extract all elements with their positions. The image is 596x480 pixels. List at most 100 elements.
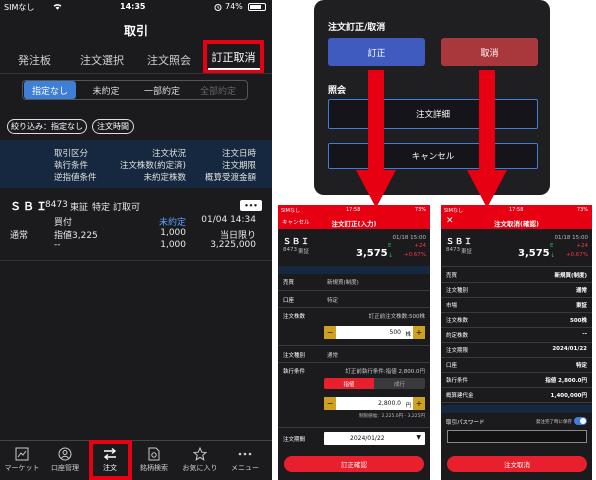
clock: 17:58 xyxy=(509,207,524,213)
clock: 17:58 xyxy=(346,207,361,213)
order-qty-value: 500株 xyxy=(570,318,587,324)
order-type-label: 注文種別 xyxy=(283,353,306,359)
wifi-icon xyxy=(53,4,62,10)
nav-label: 注文 xyxy=(103,464,117,472)
divider xyxy=(278,307,430,308)
header-order-period: 注文期限 xyxy=(221,161,256,171)
est-amount-value: 1,400,000円 xyxy=(550,393,587,399)
decrement-button[interactable]: − xyxy=(324,397,336,410)
battery-label: 74% xyxy=(225,2,243,11)
action-dialog: 注文訂正/取消 訂正 取消 照会 注文詳細 キャンセル xyxy=(314,0,550,195)
order-type-label: 注文種別 xyxy=(446,288,469,294)
account-label: 口座 xyxy=(446,363,458,369)
order-period-label: 注文期限 xyxy=(446,348,469,354)
order-qty: 1,000 xyxy=(160,228,186,238)
period-select[interactable]: 2024/01/22 ▼ xyxy=(324,432,425,445)
segment-partial[interactable]: 一部約定 xyxy=(136,81,188,99)
price-stepper[interactable]: − 2,800.0 円 + xyxy=(324,397,425,410)
header-exec-condition: 執行条件 xyxy=(54,161,89,171)
tab-order-select[interactable]: 注文選択 xyxy=(80,52,124,68)
tab-market[interactable]: 成行 xyxy=(374,378,425,389)
more-menu-button[interactable]: ••• xyxy=(240,200,262,211)
stock-price: 3,575 xyxy=(356,248,388,259)
stop-condition: -- xyxy=(54,240,61,250)
order-cancel-confirm-screen: SIMなし 17:58 73% ✕ 注文取消(確認) ＳＢＩ 8473 東証 0… xyxy=(441,205,592,480)
increment-button[interactable]: + xyxy=(413,397,425,410)
correct-button[interactable]: 訂正 xyxy=(328,38,425,66)
divider xyxy=(0,260,272,261)
person-icon xyxy=(58,447,72,461)
column-header-block: 取引区分 注文状況 注文日時 執行条件 注文株数(約定済) 注文期限 逆指値条件… xyxy=(0,140,272,188)
carrier-label: SIMなし xyxy=(4,3,35,12)
stock-name: ＳＢＩ xyxy=(446,237,473,246)
decrement-button[interactable]: − xyxy=(324,326,336,339)
down-arrow-icon: ↓ xyxy=(550,252,556,259)
more-dots-icon xyxy=(238,452,252,456)
order-row[interactable]: ＳＢＩ 8473 東証 特定 訂取可 ••• 買付 未約定 01/04 14:3… xyxy=(0,190,272,260)
stock-code: 8473 xyxy=(283,247,297,253)
price-change: +24 xyxy=(414,243,426,249)
dropdown-icon: ▼ xyxy=(416,434,421,441)
market-label: 市場 xyxy=(446,303,458,309)
down-arrow xyxy=(467,70,507,208)
star-icon xyxy=(193,447,207,461)
active-tab-indicator xyxy=(208,68,260,70)
divider xyxy=(441,372,592,373)
tab-limit[interactable]: 指値 xyxy=(324,378,374,389)
screen-title: 注文訂正(入力) xyxy=(331,220,377,228)
qty-label: 注文株数 xyxy=(283,314,306,320)
header-trade-type: 取引区分 xyxy=(54,149,89,159)
carrier-label: SIMなし xyxy=(281,208,300,214)
cancel-order-button[interactable]: 取消 xyxy=(441,38,538,66)
confirm-correction-button[interactable]: 訂正確認 xyxy=(284,456,424,472)
battery-icon xyxy=(248,3,266,11)
nav-label: マーケット xyxy=(4,464,40,472)
order-qty-label: 注文株数 xyxy=(446,318,469,324)
account-value: 特定 xyxy=(327,298,339,304)
quote-time: 01/18 15:00 xyxy=(392,235,426,241)
segment-unfilled[interactable]: 未約定 xyxy=(80,81,132,99)
market-value: 東証 xyxy=(575,303,587,309)
order-type: 通常 xyxy=(10,231,29,241)
correction-flag: 訂取可 xyxy=(113,203,141,213)
exec-condition-value: 指値 2,800.0円 xyxy=(545,378,587,384)
order-period-value: 2024/01/22 xyxy=(552,346,587,352)
divider xyxy=(278,427,430,428)
header-est-amount: 概算受渡金額 xyxy=(204,173,256,183)
order-side: 買付 xyxy=(54,218,73,228)
qty-unit: 株 xyxy=(405,332,411,338)
submit-cancel-button[interactable]: 注文取消 xyxy=(447,456,587,472)
account-value: 特定 xyxy=(575,363,587,369)
title-bar: ✕ 注文取消(確認) xyxy=(441,215,592,229)
est-amount: 3,225,000 xyxy=(210,240,256,250)
segment-unspecified[interactable]: 指定なし xyxy=(24,81,76,99)
tab-correct-cancel-label: 訂正取消 xyxy=(211,50,256,64)
divider xyxy=(441,297,592,298)
tab-order-board[interactable]: 発注板 xyxy=(18,52,51,68)
nav-menu[interactable]: メニュー xyxy=(218,447,272,473)
nav-label: 銘柄検索 xyxy=(140,464,168,472)
order-type-value: 通常 xyxy=(327,353,339,359)
stock-code: 8473 xyxy=(45,200,68,210)
price-value: 2,800.0 xyxy=(378,400,401,407)
condition-label: 執行条件 xyxy=(283,369,306,375)
save-toggle[interactable] xyxy=(574,417,587,425)
sort-order-time-button[interactable]: 注文時間 xyxy=(92,119,134,134)
password-input[interactable] xyxy=(447,430,587,443)
down-arrow xyxy=(356,70,396,208)
filter-button[interactable]: 絞り込み：指定なし xyxy=(7,119,87,134)
tab-order-inquiry[interactable]: 注文照会 xyxy=(147,52,191,68)
increment-button[interactable]: + xyxy=(413,326,425,339)
exec-condition-label: 執行条件 xyxy=(446,378,469,384)
divider xyxy=(441,266,592,267)
stock-code: 8473 xyxy=(446,247,460,253)
swap-arrows-icon xyxy=(103,447,117,461)
nav-label: 口座管理 xyxy=(51,464,79,472)
save-label: 発注完了時に保存 xyxy=(536,420,572,425)
segment-complete[interactable]: 全部約定 xyxy=(192,81,244,99)
qty-stepper[interactable]: − 500 株 + xyxy=(324,326,425,339)
clock: 14:35 xyxy=(120,2,146,11)
inquiry-label: 照会 xyxy=(328,86,347,96)
nav-label: メニュー xyxy=(231,464,259,472)
period-label: 注文期間 xyxy=(283,437,306,443)
